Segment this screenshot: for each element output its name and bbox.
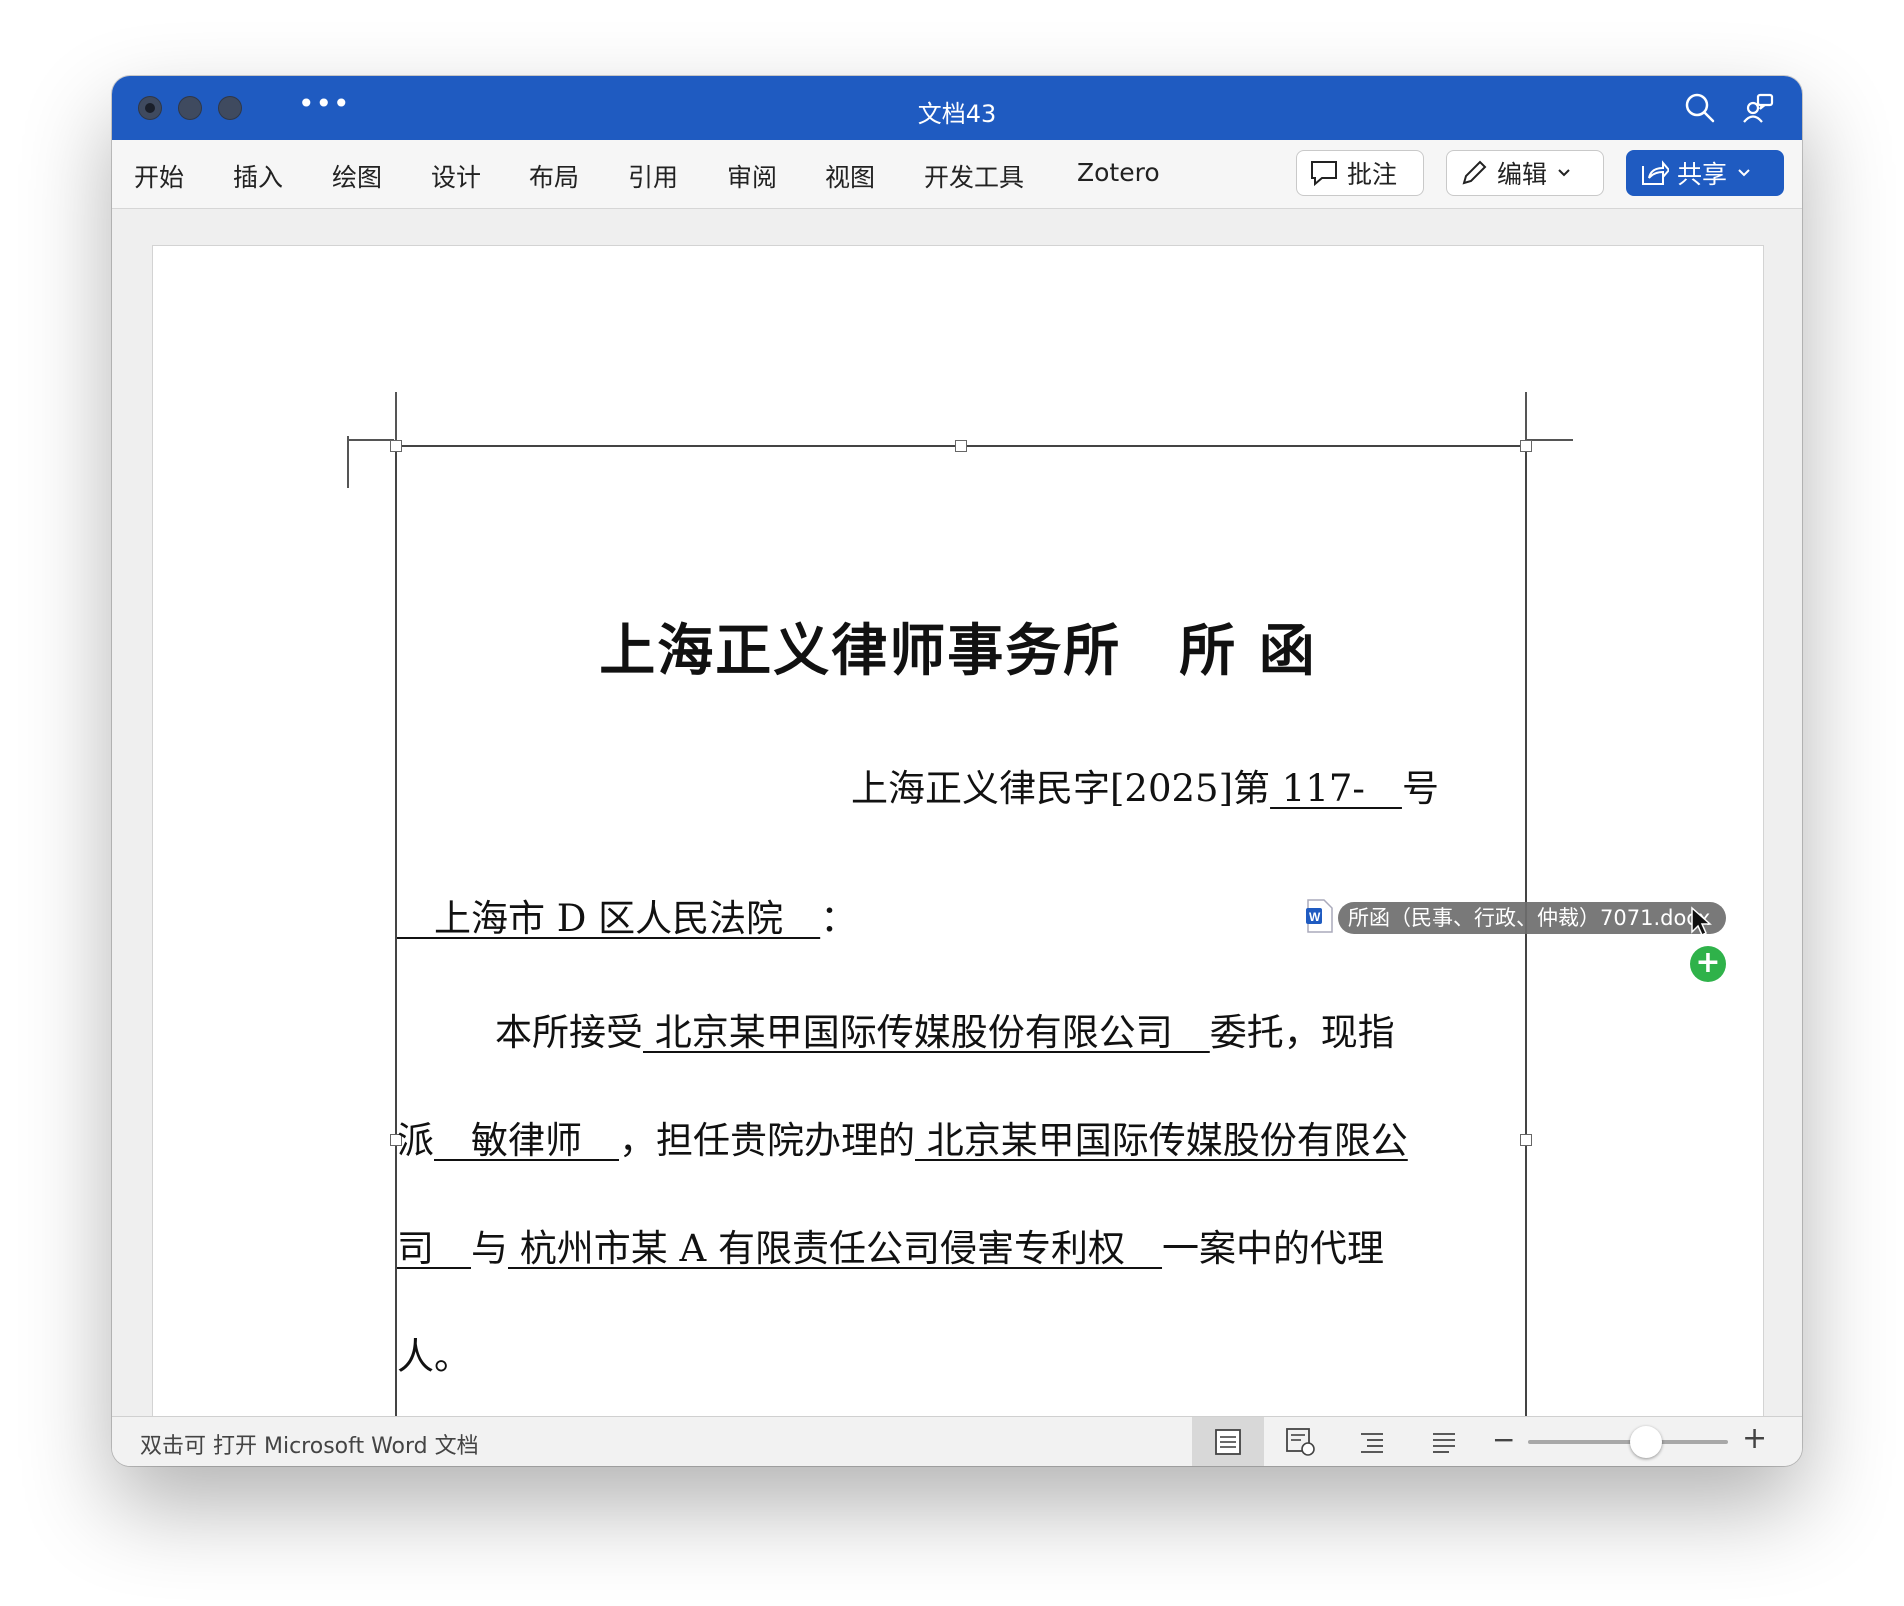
p2-lead-text: 派 xyxy=(397,1119,434,1162)
zoom-in-button[interactable]: + xyxy=(1742,1421,1767,1456)
tab-review[interactable]: 审阅 xyxy=(727,158,777,194)
tab-draw[interactable]: 绘图 xyxy=(332,158,382,194)
share-people-icon[interactable] xyxy=(1740,90,1776,126)
reference-suffix: 号 xyxy=(1401,767,1439,810)
p2-mid-text: ，担任贵院办理的 xyxy=(619,1119,915,1162)
p3-with-text: 与 xyxy=(471,1227,508,1270)
search-icon[interactable] xyxy=(1682,90,1718,126)
tab-insert[interactable]: 插入 xyxy=(233,158,283,194)
case-party-a-part1: 北京某甲国际传媒股份有限公 xyxy=(915,1119,1408,1162)
pencil-icon xyxy=(1462,160,1487,185)
comments-button[interactable]: 批注 xyxy=(1296,150,1424,196)
share-icon xyxy=(1642,160,1669,185)
client-name: 北京某甲国际传媒股份有限公司 xyxy=(643,1011,1210,1054)
frame-right-border xyxy=(1525,445,1527,1445)
comments-label: 批注 xyxy=(1347,160,1398,189)
tab-layout[interactable]: 布局 xyxy=(529,158,579,194)
crop-mark xyxy=(348,439,394,441)
tab-developer[interactable]: 开发工具 xyxy=(924,158,1024,194)
case-party-a-part2: 司 xyxy=(397,1227,471,1270)
p4-text: 人。 xyxy=(397,1335,471,1378)
title-bar: ••• 文档43 xyxy=(112,76,1802,140)
document-page[interactable]: 上海正义律师事务所 所 函 上海正义律民字[2025]第 117- 号 上海市 … xyxy=(152,245,1764,1447)
print-layout-view-button[interactable] xyxy=(1192,1417,1264,1466)
crop-mark xyxy=(1525,392,1527,440)
addressee-name: 上海市 D 区人民法院 xyxy=(397,897,821,940)
resize-handle-top-right[interactable] xyxy=(1520,440,1532,452)
p3-tail-text: 一案中的代理 xyxy=(1162,1227,1385,1270)
chevron-down-icon xyxy=(1558,169,1570,177)
tab-home[interactable]: 开始 xyxy=(134,158,184,194)
draft-view-button[interactable] xyxy=(1408,1417,1480,1466)
reference-number-line: 上海正义律民字[2025]第 117- 号 xyxy=(851,758,1439,812)
zoom-slider-thumb[interactable] xyxy=(1630,1426,1662,1458)
crop-mark xyxy=(395,392,397,440)
dragged-file-label: 所函（民事、行政、仲裁）7071.docx xyxy=(1338,902,1727,934)
tab-references[interactable]: 引用 xyxy=(628,158,678,194)
share-button[interactable]: 共享 xyxy=(1626,150,1784,196)
print-layout-icon xyxy=(1215,1428,1241,1455)
copy-plus-icon: + xyxy=(1690,946,1726,982)
status-bar: 双击可 打开 Microsoft Word 文档 − + xyxy=(112,1416,1802,1466)
comment-icon xyxy=(1311,161,1337,187)
document-title: 上海正义律师事务所 所 函 xyxy=(599,618,1317,684)
crop-mark xyxy=(1527,439,1573,441)
editing-mode-label: 编辑 xyxy=(1497,160,1548,189)
paragraph-line-4: 人。 xyxy=(397,1326,471,1380)
window-title: 文档43 xyxy=(917,100,997,128)
svg-text:W: W xyxy=(1309,910,1321,924)
addressee-line: 上海市 D 区人民法院 ： xyxy=(397,888,857,942)
tab-view[interactable]: 视图 xyxy=(825,158,875,194)
addressee-colon: ： xyxy=(820,897,858,940)
outline-icon xyxy=(1361,1432,1383,1453)
chevron-down-icon xyxy=(1738,169,1750,177)
reference-number: 117- xyxy=(1270,767,1402,810)
resize-handle-right[interactable] xyxy=(1520,1134,1532,1146)
case-party-b: 杭州市某 A 有限责任公司侵害专利权 xyxy=(508,1227,1163,1270)
tab-zotero[interactable]: Zotero xyxy=(1077,158,1160,187)
outline-view-button[interactable] xyxy=(1336,1417,1408,1466)
crop-mark xyxy=(347,436,349,488)
document-canvas[interactable]: 上海正义律师事务所 所 函 上海正义律民字[2025]第 117- 号 上海市 … xyxy=(112,209,1802,1447)
zoom-out-button[interactable]: − xyxy=(1492,1423,1515,1456)
lawyer-name: 敏律师 xyxy=(434,1119,619,1162)
word-doc-icon: W xyxy=(1304,898,1334,934)
resize-handle-top[interactable] xyxy=(955,440,967,452)
editing-mode-button[interactable]: 编辑 xyxy=(1446,150,1604,196)
tab-design[interactable]: 设计 xyxy=(431,158,481,194)
zoom-slider[interactable] xyxy=(1528,1440,1728,1444)
word-window: ••• 文档43 开始 插入 绘图 设计 布局 引用 审阅 视图 开发工具 Zo… xyxy=(112,76,1802,1466)
resize-handle-top-left[interactable] xyxy=(390,440,402,452)
web-layout-view-button[interactable] xyxy=(1264,1417,1336,1466)
ribbon-tabs: 开始 插入 绘图 设计 布局 引用 审阅 视图 开发工具 Zotero 批注 编… xyxy=(112,140,1802,209)
paragraph-line-2: 派 敏律师 ，担任贵院办理的 北京某甲国际传媒股份有限公 xyxy=(397,1110,1408,1164)
paragraph-line-3: 司 与 杭州市某 A 有限责任公司侵害专利权 一案中的代理 xyxy=(397,1218,1384,1272)
web-layout-icon xyxy=(1286,1427,1315,1456)
frame-left-border xyxy=(395,445,397,1445)
share-label: 共享 xyxy=(1677,160,1728,189)
paragraph-line-1: 本所接受 北京某甲国际传媒股份有限公司 委托，现指 xyxy=(495,1002,1395,1056)
status-text: 双击可 打开 Microsoft Word 文档 xyxy=(140,1434,479,1459)
p1-tail-text: 委托，现指 xyxy=(1209,1011,1395,1054)
p1-lead-text: 本所接受 xyxy=(495,1011,643,1054)
mouse-pointer-icon xyxy=(1690,906,1712,942)
draft-icon xyxy=(1433,1432,1455,1453)
reference-prefix: 上海正义律民字[2025]第 xyxy=(851,767,1271,810)
